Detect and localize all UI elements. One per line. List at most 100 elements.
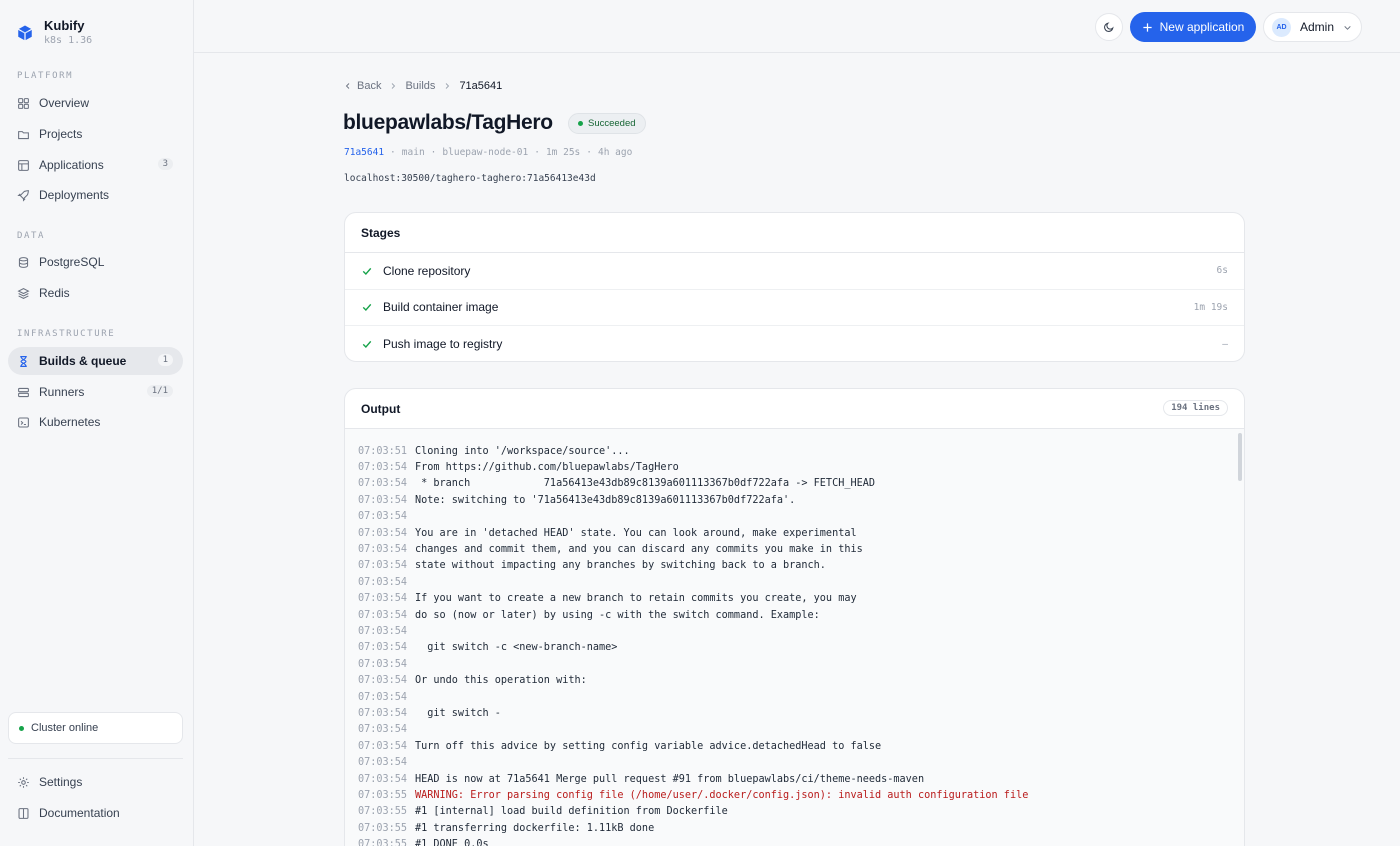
log-line: 07:03:55 #1 [internal] load build definit… [358,804,1244,820]
stage-duration: — [1222,338,1228,350]
log-message: You are in 'detached HEAD' state. You ca… [415,527,857,539]
log-message: Turn off this advice by setting config v… [415,740,882,752]
avatar: AD [1272,17,1291,37]
log-line: 07:03:54 [358,754,1244,770]
log-line: 07:03:55 #1 transferring dockerfile: 1.11… [358,820,1244,836]
count-badge: 1 [157,354,173,366]
chevron-left-icon [345,83,350,89]
sidebar-item-settings[interactable]: Settings [8,768,183,796]
breadcrumb-builds-link[interactable]: Builds [405,80,435,92]
log-line: 07:03:54 changes and commit them, and you… [358,541,1244,557]
log-timestamp: 07:03:54 [358,462,408,474]
check-icon [362,304,372,312]
sidebar-item-projects[interactable]: Projects [8,120,183,148]
layers-icon [17,287,30,300]
chevron-right-icon [392,83,396,89]
sidebar-item-builds-queue[interactable]: Builds & queue 1 [8,347,183,375]
user-menu-button[interactable]: AD Admin [1263,12,1362,42]
image-reference: localhost:30500/taghero-taghero:71a56413… [344,173,596,184]
log-line: 07:03:54 [358,689,1244,705]
check-icon [362,341,372,349]
build-log[interactable]: 07:03:51 Cloning into '/workspace/source'… [345,429,1244,846]
log-message: git switch - [415,707,501,719]
breadcrumb: Back Builds 71a5641 [344,80,502,92]
section-title-infrastructure: INFRASTRUCTURE [17,329,116,339]
log-timestamp: 07:03:54 [358,740,408,752]
log-timestamp: 07:03:54 [358,642,408,654]
server-icon [17,386,30,399]
moon-icon [1104,22,1114,32]
new-application-button[interactable]: New application [1130,12,1256,42]
log-timestamp: 07:03:54 [358,527,408,539]
stage-row[interactable]: Push image to registry — [345,326,1244,361]
output-card: Output 194 lines 07:03:51 Cloning into '/… [344,388,1245,846]
output-title: Output [361,401,401,416]
sidebar-item-postgresql[interactable]: PostgreSQL [8,248,183,276]
log-line: 07:03:54 * branch 71a56413e43db89c8139a6… [358,476,1244,492]
cluster-status[interactable]: Cluster online [8,712,183,744]
log-timestamp: 07:03:55 [358,839,408,846]
log-message: WARNING: Error parsing config file (/hom… [415,789,1029,801]
log-timestamp: 07:03:54 [358,609,408,621]
log-line: 07:03:54 [358,509,1244,525]
back-link[interactable]: Back [344,80,381,92]
status-dot [578,121,583,126]
sidebar-item-label: Settings [39,775,83,789]
sidebar-item-kubernetes[interactable]: Kubernetes [8,408,183,436]
stages-title: Stages [345,213,1244,253]
sidebar-item-applications[interactable]: Applications 3 [8,151,183,179]
log-line: 07:03:54 state without impacting any bran… [358,558,1244,574]
sidebar: Kubify k8s 1.36 PLATFORM Overview Projec… [0,0,194,846]
log-line: 07:03:54 Or undo this operation with: [358,672,1244,688]
log-line: 07:03:54 [358,623,1244,639]
section-title-data: DATA [17,231,46,241]
folder-icon [17,128,30,141]
log-message: #1 [internal] load build definition from… [415,806,728,818]
log-line: 07:03:54 Note: switching to '71a56413e43d… [358,492,1244,508]
log-timestamp: 07:03:54 [358,560,408,572]
log-message: #1 transferring dockerfile: 1.11kB done [415,822,655,834]
meta-separator: · [586,147,592,158]
log-timestamp: 07:03:54 [358,724,408,736]
meta-separator: · [534,147,540,158]
sidebar-item-label: Documentation [39,806,120,820]
sidebar-item-runners[interactable]: Runners 1/1 [8,378,183,406]
stage-row[interactable]: Clone repository 6s [345,253,1244,290]
log-message: do so (now or later) by using -c with th… [415,609,820,621]
build-age: 4h ago [598,147,633,158]
stage-row[interactable]: Build container image 1m 19s [345,290,1244,326]
user-name: Admin [1300,20,1335,34]
sidebar-item-deployments[interactable]: Deployments [8,181,183,209]
log-line: 07:03:51 Cloning into '/workspace/source'… [358,443,1244,459]
count-badge: 3 [157,158,173,170]
log-timestamp: 07:03:54 [358,593,408,605]
theme-toggle-button[interactable] [1095,13,1123,41]
sidebar-item-label: Runners [39,385,85,399]
sidebar-item-label: Overview [39,96,90,110]
terminal-icon [17,416,30,429]
sidebar-item-label: Builds & queue [39,354,127,368]
log-timestamp: 07:03:54 [358,544,408,556]
chevron-down-icon [1344,25,1351,30]
page-title: bluepawlabs/TagHero [343,111,553,134]
log-line: 07:03:54 You are in 'detached HEAD' state… [358,525,1244,541]
log-line: 07:03:54 Turn off this advice by setting … [358,738,1244,754]
brand-version: k8s 1.36 [44,35,93,46]
sidebar-item-redis[interactable]: Redis [8,279,183,307]
stage-name: Build container image [383,300,499,315]
breadcrumb-current: 71a5641 [459,80,503,92]
brand[interactable]: Kubify k8s 1.36 [16,18,92,48]
sidebar-item-documentation[interactable]: Documentation [8,799,183,827]
log-message: HEAD is now at 71a5641 Merge pull reques… [415,773,925,785]
log-line: 07:03:54 If you want to create a new bran… [358,591,1244,607]
hourglass-icon [17,355,30,368]
sidebar-item-overview[interactable]: Overview [8,89,183,117]
build-duration: 1m 25s [545,147,581,158]
log-timestamp: 07:03:51 [358,445,408,457]
commit-sha-link[interactable]: 71a5641 [344,147,384,158]
back-label: Back [357,80,382,92]
log-line: 07:03:54 HEAD is now at 71a5641 Merge pul… [358,771,1244,787]
log-line: 07:03:54 [358,574,1244,590]
log-scrollbar[interactable] [1238,433,1242,481]
log-line: 07:03:55 #1 DONE 0.0s [358,836,1244,846]
